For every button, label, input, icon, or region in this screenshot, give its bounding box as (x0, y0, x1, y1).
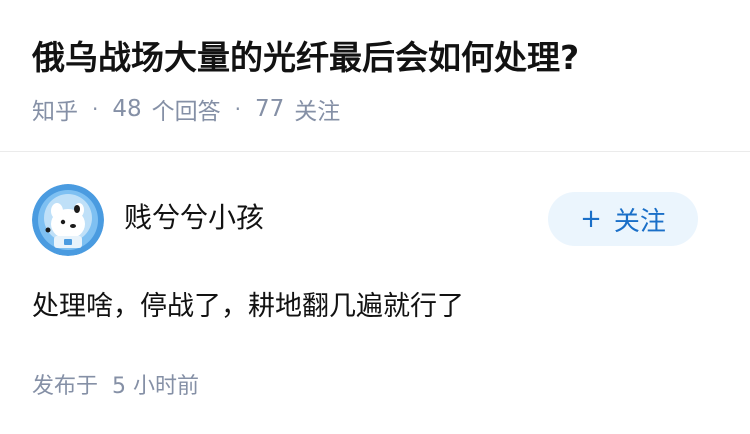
meta-separator: · (92, 97, 99, 121)
answer-count-label: 个回答 (151, 99, 221, 125)
question-header: 俄乌战场大量的光纤最后会如何处理? 知乎 · 48 个回答 · 77 关注 (32, 30, 722, 126)
cartoon-dog-astronaut-icon (32, 184, 104, 256)
follow-button[interactable]: + 关注 (548, 192, 698, 246)
section-divider (0, 151, 750, 152)
published-time: 5 小时前 (112, 374, 200, 399)
answer-count: 48 (112, 96, 142, 122)
question-title[interactable]: 俄乌战场大量的光纤最后会如何处理? (32, 30, 722, 86)
published-label: 发布于 (32, 374, 99, 399)
answer-content[interactable]: 处理啥，停战了，耕地翻几遍就行了 (32, 284, 464, 323)
follower-count: 77 (255, 96, 285, 122)
question-meta: 知乎 · 48 个回答 · 77 关注 (32, 92, 722, 126)
follower-count-label: 关注 (294, 99, 341, 125)
plus-icon: + (580, 204, 602, 234)
follow-button-label: 关注 (613, 206, 666, 237)
answer-time: 发布于 5 小时前 (32, 368, 199, 400)
source-label: 知乎 (32, 99, 78, 125)
meta-separator: · (234, 97, 241, 121)
author-name[interactable]: 贱兮兮小孩 (124, 196, 264, 236)
answer-page: 俄乌战场大量的光纤最后会如何处理? 知乎 · 48 个回答 · 77 关注 贱兮… (0, 0, 750, 434)
author-avatar[interactable] (32, 184, 104, 256)
